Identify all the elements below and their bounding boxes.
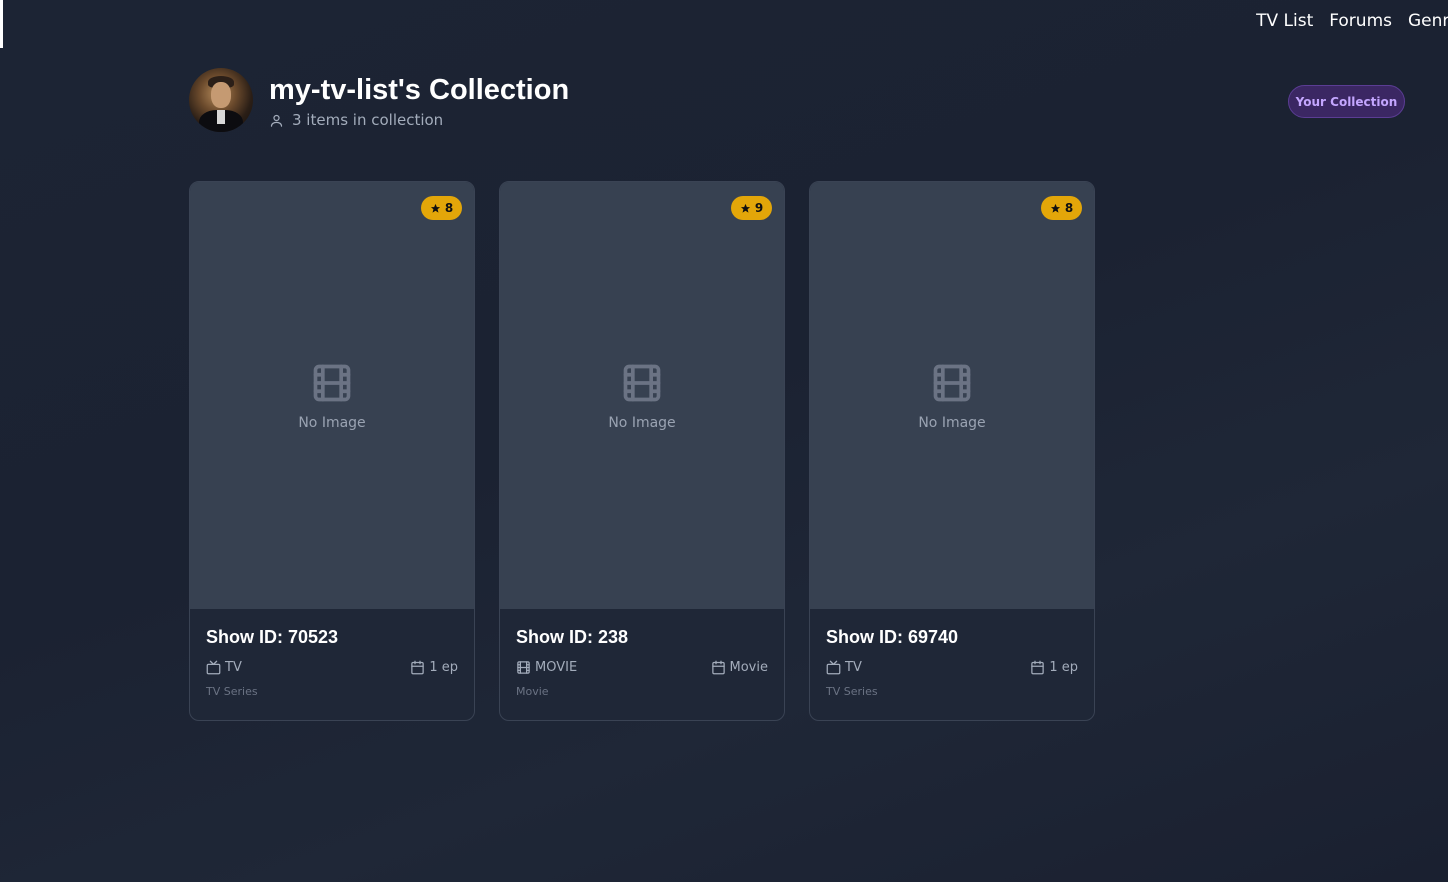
collection-grid: 8 No Image Show ID: 70523 TV 1 ep TV Ser… (189, 181, 1095, 721)
episode-count: Movie (729, 660, 768, 675)
calendar-icon (1031, 660, 1045, 675)
rating-badge: 9 (731, 196, 772, 220)
media-subtype: Movie (516, 685, 549, 698)
collection-count-text: 3 items in collection (292, 111, 444, 129)
card-meta: TV 1 ep (206, 660, 458, 675)
nav-tv-list[interactable]: TV List (1256, 11, 1313, 31)
card-meta: TV 1 ep (826, 660, 1078, 675)
media-type: TV (225, 660, 242, 675)
avatar (189, 68, 253, 132)
episode-count: 1 ep (1049, 660, 1078, 675)
rating-badge: 8 (1041, 196, 1082, 220)
media-subtype: TV Series (206, 685, 258, 698)
tv-icon (826, 660, 841, 675)
title-block: my-tv-list's Collection 3 items in colle… (269, 71, 569, 129)
poster-placeholder: 8 No Image (190, 182, 474, 609)
media-type: TV (845, 660, 862, 675)
nav-forums[interactable]: Forums (1329, 11, 1392, 31)
media-subtype: TV Series (826, 685, 878, 698)
rating-value: 8 (1064, 201, 1074, 215)
window-edge-mark (0, 0, 3, 48)
your-collection-badge[interactable]: Your Collection (1288, 85, 1405, 118)
card-info: Show ID: 70523 TV 1 ep TV Series (190, 609, 474, 698)
episode-count: 1 ep (429, 660, 458, 675)
show-title[interactable]: Show ID: 70523 (206, 627, 458, 648)
show-card[interactable]: 8 No Image Show ID: 69740 TV 1 ep TV Ser… (809, 181, 1095, 721)
collection-header: my-tv-list's Collection 3 items in colle… (189, 68, 569, 132)
poster-placeholder: 8 No Image (810, 182, 1094, 609)
card-info: Show ID: 69740 TV 1 ep TV Series (810, 609, 1094, 698)
page-title: my-tv-list's Collection (269, 74, 570, 106)
rating-value: 8 (444, 201, 454, 215)
poster-placeholder: 9 No Image (500, 182, 784, 609)
no-image-label: No Image (608, 414, 676, 431)
user-icon (270, 114, 283, 127)
no-image-label: No Image (298, 414, 366, 431)
no-image-label: No Image (918, 414, 986, 431)
film-icon (623, 364, 661, 401)
rating-badge: 8 (421, 196, 462, 220)
tv-icon (206, 660, 221, 675)
nav-genre[interactable]: Genre (1408, 11, 1448, 31)
card-meta: MOVIE Movie (516, 660, 768, 675)
collection-count: 3 items in collection (269, 111, 569, 129)
film-icon (517, 661, 530, 674)
star-icon (740, 203, 750, 213)
calendar-icon (411, 660, 425, 675)
rating-value: 9 (754, 201, 764, 215)
show-title[interactable]: Show ID: 238 (516, 627, 768, 648)
show-title[interactable]: Show ID: 69740 (826, 627, 1078, 648)
star-icon (1050, 203, 1060, 213)
film-icon (313, 364, 351, 401)
calendar-icon (711, 660, 725, 675)
show-card[interactable]: 8 No Image Show ID: 70523 TV 1 ep TV Ser… (189, 181, 475, 721)
film-icon (933, 364, 971, 401)
media-type: MOVIE (535, 660, 578, 675)
card-info: Show ID: 238 MOVIE Movie Movie (500, 609, 784, 698)
star-icon (430, 203, 440, 213)
show-card[interactable]: 9 No Image Show ID: 238 MOVIE Movie Movi… (499, 181, 785, 721)
top-nav: TV List Forums Genre (1256, 11, 1448, 31)
